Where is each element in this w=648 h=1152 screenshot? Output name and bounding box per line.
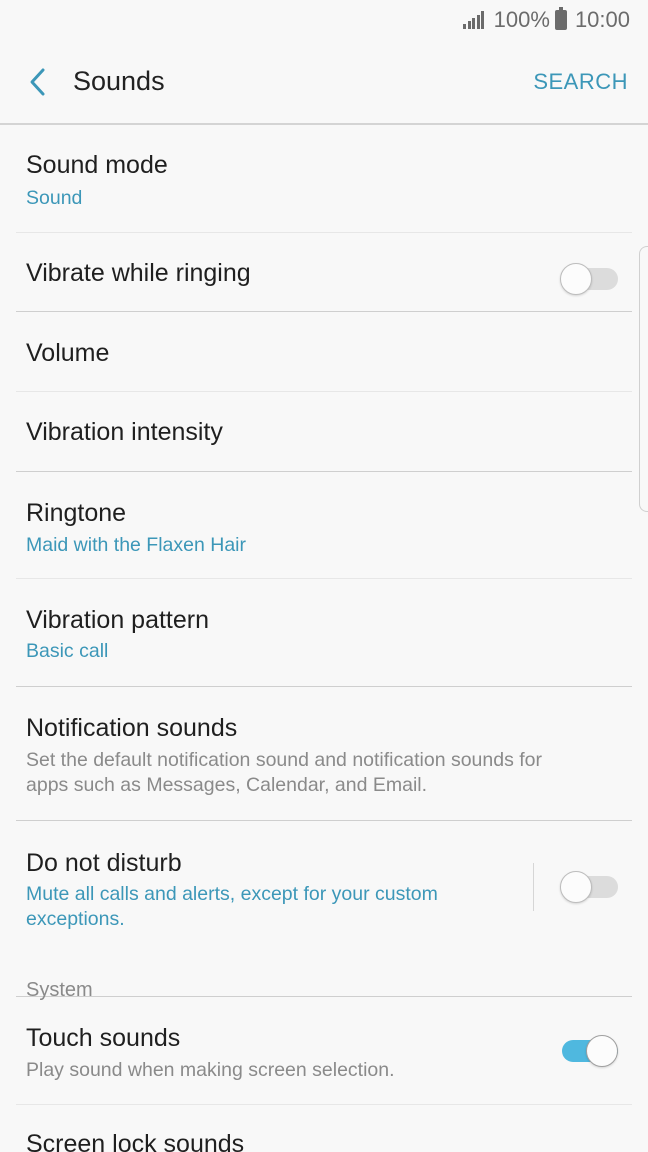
list-item-notification-sounds[interactable]: Notification sounds Set the default noti… — [16, 687, 632, 821]
item-title: Do not disturb — [26, 849, 182, 877]
item-title: Vibrate while ringing — [26, 259, 251, 287]
settings-list: Sound mode Sound Vibrate while ringing V… — [0, 126, 648, 1152]
vibrate-while-ringing-toggle[interactable] — [560, 263, 618, 295]
item-title: Vibration pattern — [26, 606, 209, 634]
item-title: Vibration intensity — [26, 418, 223, 446]
list-item-do-not-disturb[interactable]: Do not disturb Mute all calls and alerts… — [16, 821, 632, 997]
item-subtitle: Sound — [26, 187, 83, 209]
status-bar: 100% 10:00 — [0, 0, 648, 40]
touch-sounds-toggle[interactable] — [560, 1035, 618, 1067]
item-subtitle: Maid with the Flaxen Hair — [26, 534, 247, 556]
item-description: Play sound when making screen selection. — [26, 1059, 395, 1081]
divider — [533, 863, 534, 911]
battery-icon — [554, 7, 567, 30]
item-title: Notification sounds — [26, 714, 238, 742]
item-subtitle: Basic call — [26, 640, 109, 662]
list-item-volume[interactable]: Volume — [16, 312, 632, 392]
list-item-screen-lock-sounds[interactable]: Screen lock sounds — [16, 1105, 632, 1152]
list-item-vibration-pattern[interactable]: Vibration pattern Basic call — [16, 579, 632, 687]
item-title: Sound mode — [26, 151, 168, 179]
list-item-touch-sounds[interactable]: Touch sounds Play sound when making scre… — [16, 997, 632, 1105]
list-item-vibration-intensity[interactable]: Vibration intensity — [16, 392, 632, 472]
list-item-sound-mode[interactable]: Sound mode Sound — [16, 126, 632, 233]
list-item-vibrate-while-ringing[interactable]: Vibrate while ringing — [16, 233, 632, 312]
app-bar: Sounds SEARCH — [0, 40, 648, 125]
clock: 10:00 — [574, 7, 630, 32]
item-description: Set the default notification sound and n… — [26, 749, 543, 796]
search-button[interactable]: SEARCH — [533, 69, 628, 95]
signal-icon — [463, 11, 486, 29]
section-divider — [16, 985, 632, 997]
page-title: Sounds — [73, 66, 165, 96]
item-title: Screen lock sounds — [26, 1130, 245, 1152]
section-header-system: System — [26, 979, 93, 1001]
item-title: Ringtone — [26, 499, 127, 527]
do-not-disturb-toggle[interactable] — [560, 871, 618, 903]
chevron-left-icon — [30, 68, 45, 96]
list-item-ringtone[interactable]: Ringtone Maid with the Flaxen Hair — [16, 472, 632, 579]
battery-percentage: 100% — [493, 7, 550, 32]
item-title: Touch sounds — [26, 1024, 181, 1052]
scrollbar-handle[interactable] — [639, 246, 648, 512]
status-indicators: 100% 10:00 — [463, 6, 630, 34]
item-subtitle: Mute all calls and alerts, except for yo… — [26, 883, 438, 930]
back-button[interactable] — [18, 62, 58, 102]
item-title: Volume — [26, 339, 110, 367]
